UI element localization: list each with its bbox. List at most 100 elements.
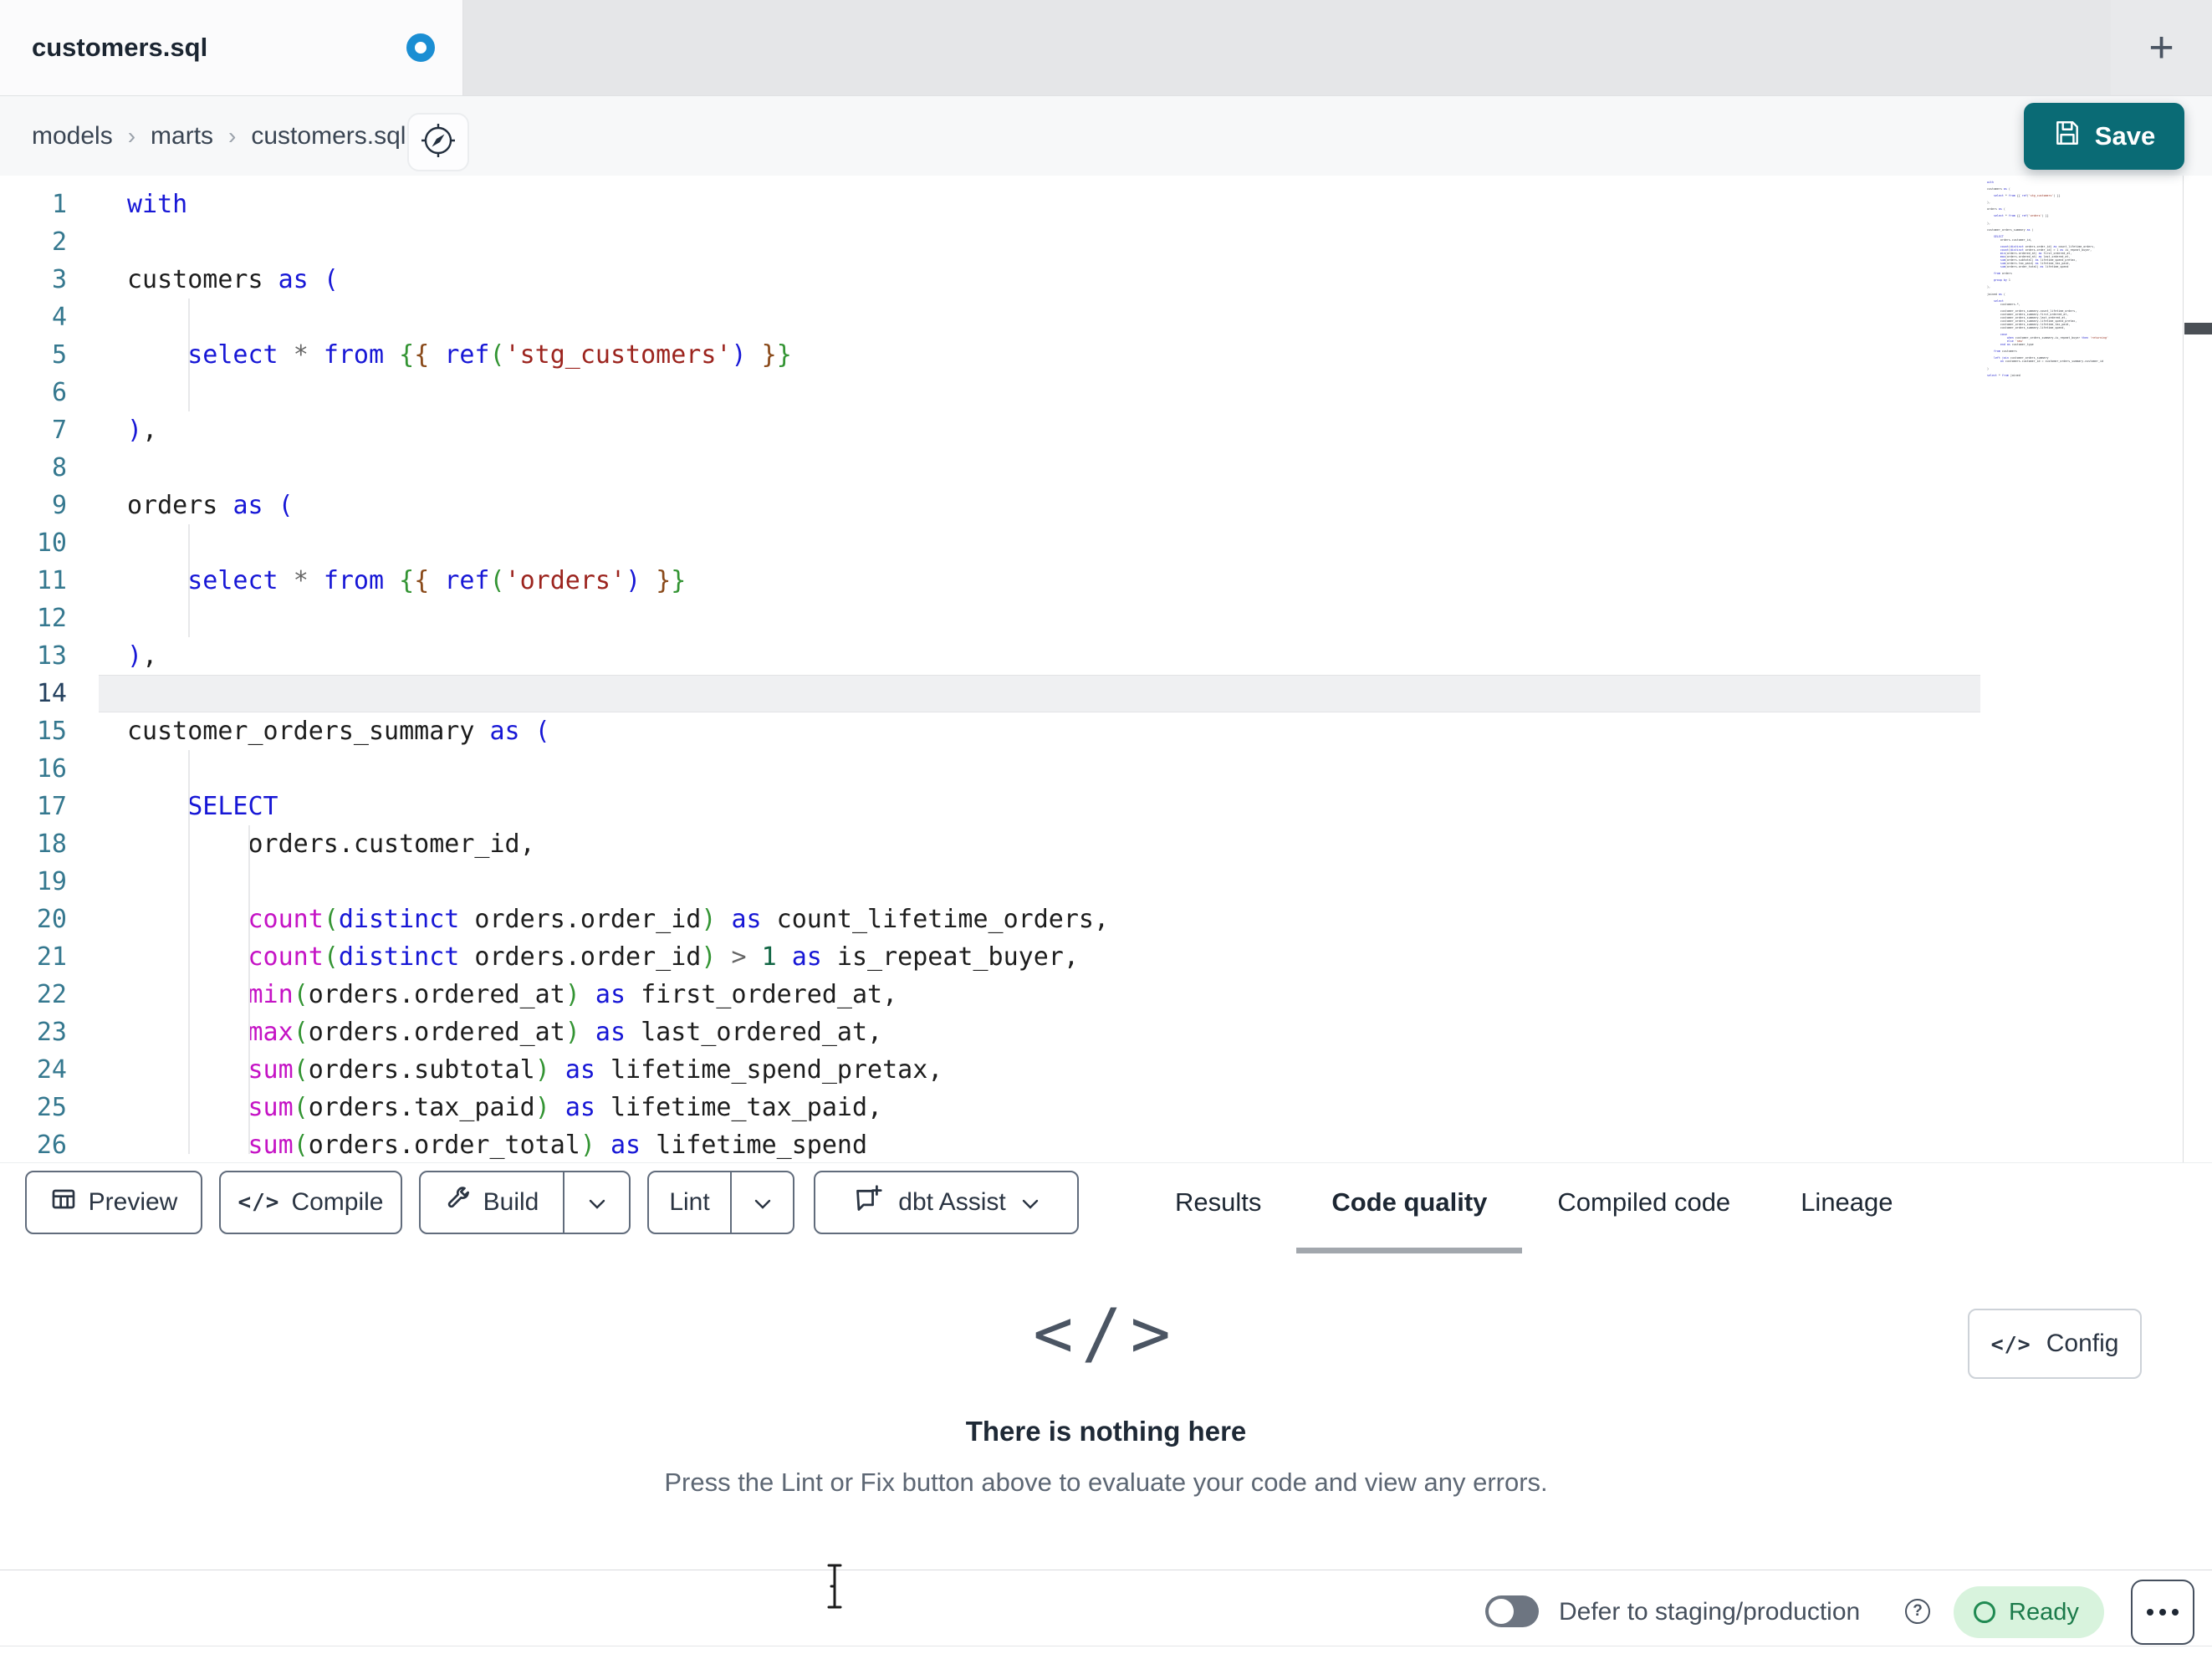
code-line[interactable]: 12 — [0, 600, 1980, 637]
code-line[interactable]: 5 select * from {{ ref('stg_customers') … — [0, 336, 1980, 374]
overflow-menu-button[interactable] — [2131, 1580, 2194, 1645]
code-text: orders as ( — [127, 491, 294, 520]
code-line[interactable]: 26 sum(orders.order_total) as lifetime_s… — [0, 1126, 1980, 1164]
table-icon — [50, 1186, 77, 1219]
code-line[interactable]: 23 max(orders.ordered_at) as last_ordere… — [0, 1013, 1980, 1051]
defer-label: Defer to staging/production — [1559, 1598, 1861, 1626]
breadcrumb-models[interactable]: models — [32, 122, 113, 151]
line-number: 12 — [36, 604, 67, 633]
tab-customers-sql[interactable]: customers.sql — [0, 0, 463, 95]
breadcrumb-separator: › — [127, 122, 136, 149]
preview-label: Preview — [88, 1188, 178, 1216]
line-number: 11 — [36, 566, 67, 595]
code-line[interactable]: 2 — [0, 223, 1980, 261]
lint-split-button: Lint — [647, 1171, 794, 1234]
code-line[interactable]: 10 — [0, 524, 1980, 562]
line-number: 8 — [51, 453, 67, 482]
code-text: sum(orders.tax_paid) as lifetime_tax_pai… — [248, 1093, 883, 1122]
code-line[interactable]: 7), — [0, 411, 1980, 449]
lint-button[interactable]: Lint — [649, 1172, 730, 1233]
build-dropdown-button[interactable] — [563, 1172, 629, 1233]
code-text: with — [127, 190, 188, 219]
code-line[interactable]: 14 — [0, 675, 1980, 712]
code-line[interactable]: 24 sum(orders.subtotal) as lifetime_spen… — [0, 1051, 1980, 1089]
code-line[interactable]: 4 — [0, 299, 1980, 336]
code-editor[interactable]: 1 with 2 3 customers as (4 5 select * from {{… — [0, 176, 2212, 1162]
active-tab-underline — [1296, 1248, 1522, 1253]
line-number: 16 — [36, 754, 67, 784]
minimap[interactable]: with customers as ( select * from {{ ref… — [1987, 181, 2181, 377]
status-bar: Defer to staging/production ? Ready — [0, 1570, 2212, 1654]
results-tabs: Results Code quality Compiled code Lineage — [1140, 1171, 1928, 1234]
tab-code-quality[interactable]: Code quality — [1296, 1171, 1522, 1234]
code-line[interactable]: 21 count(distinct orders.order_id) > 1 a… — [0, 938, 1980, 976]
code-text: customer_orders_summary as ( — [127, 717, 550, 746]
active-line-highlight — [99, 675, 1980, 712]
save-button[interactable]: Save — [2024, 103, 2184, 170]
tab-lineage[interactable]: Lineage — [1765, 1171, 1928, 1234]
navigate-file-button[interactable] — [407, 113, 469, 171]
compile-button[interactable]: </> Compile — [219, 1171, 402, 1234]
code-icon: </> — [1990, 1331, 2031, 1356]
line-number: 22 — [36, 980, 67, 1009]
config-button[interactable]: </> Config — [1968, 1309, 2142, 1379]
tab-results[interactable]: Results — [1140, 1171, 1296, 1234]
code-line[interactable]: 19 — [0, 863, 1980, 901]
status-badge[interactable]: Ready — [1954, 1586, 2104, 1638]
code-line[interactable]: 6 — [0, 374, 1980, 411]
help-icon[interactable]: ? — [1905, 1599, 1930, 1624]
new-tab-button[interactable]: + — [2111, 0, 2212, 95]
indent-guide — [188, 524, 190, 637]
code-text: sum(orders.order_total) as lifetime_spen… — [248, 1131, 868, 1160]
code-line[interactable]: 8 — [0, 449, 1980, 487]
assist-chat-icon — [853, 1184, 883, 1221]
code-line[interactable]: 18 orders.customer_id, — [0, 825, 1980, 863]
code-text: ), — [127, 416, 158, 445]
code-line[interactable]: 3 customers as ( — [0, 261, 1980, 299]
preview-button[interactable]: Preview — [25, 1171, 202, 1234]
line-number: 24 — [36, 1055, 67, 1085]
tab-title: customers.sql — [32, 33, 208, 62]
code-line[interactable]: 17 SELECT — [0, 788, 1980, 825]
scrollbar-thumb[interactable] — [2184, 323, 2212, 334]
line-number: 2 — [51, 227, 67, 257]
build-button[interactable]: Build — [421, 1172, 563, 1233]
line-number: 5 — [51, 340, 67, 370]
line-number: 23 — [36, 1018, 67, 1047]
lint-dropdown-button[interactable] — [730, 1172, 793, 1233]
dbt-assist-button[interactable]: dbt Assist — [814, 1171, 1079, 1234]
assist-label: dbt Assist — [898, 1188, 1006, 1216]
code-text: ), — [127, 641, 158, 671]
line-number: 21 — [36, 942, 67, 972]
line-number: 18 — [36, 830, 67, 859]
code-line[interactable]: 25 sum(orders.tax_paid) as lifetime_tax_… — [0, 1089, 1980, 1126]
code-text: select * from {{ ref('stg_customers') }} — [187, 340, 792, 370]
code-line[interactable]: 1 with — [0, 186, 1980, 223]
indent-guide — [188, 750, 190, 1154]
code-line[interactable]: 13), — [0, 637, 1980, 675]
code-text: SELECT — [187, 792, 278, 821]
breadcrumb: models › marts › customers.sql — [32, 96, 406, 176]
code-line[interactable]: 15 customer_orders_summary as ( — [0, 712, 1980, 750]
code-text: min(orders.ordered_at) as first_ordered_… — [248, 980, 898, 1009]
chevron-down-icon — [754, 1188, 772, 1217]
status-ready-icon — [1974, 1601, 1995, 1623]
line-number: 19 — [36, 867, 67, 896]
build-label: Build — [483, 1188, 539, 1216]
lint-label: Lint — [669, 1188, 710, 1216]
line-number: 26 — [36, 1131, 67, 1160]
status-ready-label: Ready — [2009, 1598, 2079, 1626]
code-line[interactable]: 20 count(distinct orders.order_id) as co… — [0, 901, 1980, 938]
code-line[interactable]: 22 min(orders.ordered_at) as first_order… — [0, 976, 1980, 1013]
breadcrumb-file[interactable]: customers.sql — [251, 122, 406, 151]
compass-icon — [420, 122, 457, 163]
line-number: 7 — [51, 416, 67, 445]
breadcrumb-marts[interactable]: marts — [151, 122, 213, 151]
line-number: 3 — [51, 265, 67, 294]
defer-toggle[interactable] — [1485, 1595, 1539, 1627]
save-icon — [2053, 119, 2082, 154]
tab-compiled-code[interactable]: Compiled code — [1522, 1171, 1765, 1234]
code-line[interactable]: 11 select * from {{ ref('orders') }} — [0, 562, 1980, 600]
code-line[interactable]: 9 orders as ( — [0, 487, 1980, 524]
code-line[interactable]: 16 — [0, 750, 1980, 788]
